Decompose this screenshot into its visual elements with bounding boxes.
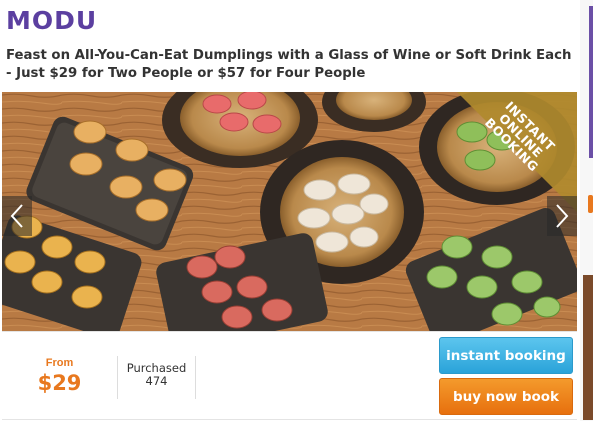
price-block: From $29 [2, 332, 117, 420]
purchased-count: Purchased 474 [118, 362, 195, 388]
adjacent-deal-tab[interactable] [589, 6, 593, 158]
buy-now-book-later-button[interactable]: buy now book later [439, 378, 573, 415]
deal-info-panel: From $29 Purchased 474 instant booking b… [2, 331, 577, 420]
deal-title: Feast on All-You-Can-Eat Dumplings with … [6, 48, 572, 81]
divider [195, 356, 196, 399]
chevron-right-icon [556, 204, 569, 228]
purchased-value: 474 [145, 374, 168, 388]
chevron-left-icon [10, 204, 23, 228]
adjacent-deal-thumbnail[interactable] [583, 275, 593, 420]
next-image-button[interactable] [547, 196, 577, 236]
brand-name[interactable]: MODU [6, 6, 97, 35]
previous-image-button[interactable] [2, 196, 32, 236]
price-value: $29 [37, 371, 82, 395]
instant-booking-button[interactable]: instant booking [439, 337, 573, 374]
adjacent-deal-marker [588, 195, 593, 213]
price-from-label: From [45, 357, 74, 369]
deal-image[interactable]: INSTANT ONLINE BOOKING [2, 92, 577, 331]
